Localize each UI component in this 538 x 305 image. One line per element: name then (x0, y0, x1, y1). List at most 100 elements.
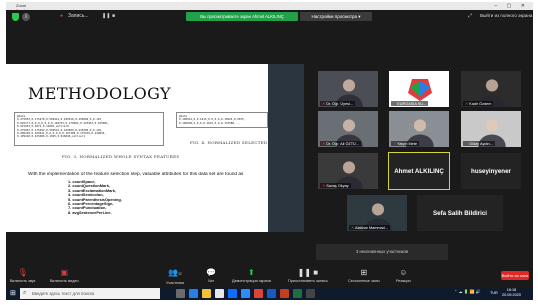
viewing-banner: Вы просматриваете экран Ahmet ALKILINÇ (186, 12, 298, 21)
breakout-rooms-button[interactable]: ⊞ Сессионные залы (348, 268, 380, 283)
participant-name-label: Savaş Okyay (326, 184, 349, 188)
start-video-button[interactable]: ▣ Включить видео (50, 268, 79, 283)
slide-sidebar (268, 64, 304, 232)
figure-caption-3: FIG. 3. NORMALIZED WHOLE SYNTAX FEATURES (62, 154, 180, 159)
participant-tile[interactable]: ✕ Alakbar Mammad... (346, 194, 408, 232)
pause-icon[interactable]: ❚❚ (102, 13, 110, 19)
participant-name: ✕ Gülay Aydın... (463, 141, 495, 146)
participant-name-label: EUROASIA SU... (397, 102, 427, 106)
record-status: Запись... (68, 13, 89, 19)
task-view-icon[interactable] (176, 289, 185, 298)
participant-name: ✕ Kadir Özdem (463, 101, 494, 106)
edge-icon[interactable] (189, 289, 198, 298)
participant-tile[interactable]: ✕ Yalçın Mete (388, 110, 450, 148)
participant-name-label: Dr. Öğr. Üyesi... (326, 102, 354, 106)
unmute-label: Включить звук (10, 279, 36, 283)
participant-tile[interactable]: ✕ Gülay Aydın... (460, 110, 522, 148)
slide-title: METHODOLOGY (28, 84, 171, 103)
participant-tile[interactable]: ✕ Dr. Öğr. Üyesi... (317, 70, 379, 108)
chrome-icon[interactable] (254, 289, 263, 298)
unmute-button[interactable]: 🎙 Включить звук (10, 268, 35, 283)
share-screen-button[interactable]: ⬆ Демонстрация экрана (232, 268, 271, 283)
taskbar-search-box[interactable]: ⌕ Введите здесь текст для поиска (20, 288, 160, 299)
chat-icon: 💬 (206, 268, 216, 277)
participants-label: Участники (166, 281, 185, 285)
pause-record-button[interactable]: ❚❚ ■ Приостановить запись (288, 268, 328, 283)
clock-date: 20.05.2020 (502, 293, 522, 297)
start-video-label: Включить видео (50, 279, 79, 283)
participant-tile[interactable]: ✕ Dr. Öğr. Ali ÖZTÜ... (317, 110, 379, 148)
breakout-rooms-icon: ⊞ (360, 268, 368, 277)
share-screen-icon: ⬆ (248, 268, 255, 277)
participant-name: ✕ Savaş Okyay (320, 183, 351, 188)
search-placeholder: Введите здесь текст для поиска (32, 291, 95, 296)
share-screen-label: Демонстрация экрана (232, 279, 271, 283)
zoom-window: Zoom Конференция – ▢ ✕ i ● Запись... ❚❚ … (6, 2, 533, 300)
reactions-label: Реакции (396, 279, 411, 283)
participant-name: ✕ Dr. Öğr. Ali ÖZTÜ... (320, 141, 361, 146)
file-explorer-icon[interactable] (202, 289, 211, 298)
store-icon[interactable] (215, 289, 224, 298)
meeting-toolbar: 🎙 Включить звук ▣ Включить видео 👥32 Уча… (6, 265, 533, 287)
taskbar-clock[interactable]: 16:18 20.05.2020 (502, 288, 521, 298)
participant-tile[interactable]: ✕ EUROASIA SU... (388, 70, 450, 108)
stop-icon[interactable]: ■ (112, 13, 115, 19)
pause-record-label: Приостановить запись (288, 279, 328, 283)
slide-paragraph: With the implementation of the feature s… (28, 172, 244, 177)
meeting-top-bar: i ● Запись... ❚❚ ■ Вы просматриваете экр… (6, 10, 533, 24)
participant-tile[interactable]: huseyinyener (460, 152, 522, 190)
attribute-list: 1. countSpace, 2. countQuestionMark, 3. co… (68, 179, 122, 215)
chat-label: Чат (207, 279, 215, 283)
participants-count: 32 (178, 272, 182, 276)
view-options-button[interactable]: Настройки просмотра ▾ (300, 12, 372, 21)
code-line: 0.106938,0,0,0,0.1615,0,0,0.176588,... (179, 120, 241, 125)
participant-tile[interactable]: Ahmet ALKILINÇ (388, 152, 450, 190)
shield-icon[interactable] (12, 13, 19, 21)
participant-tile[interactable]: Sefa Salih Bildirici (416, 194, 504, 232)
attribute-item: 8. avgSentencePerLine. (68, 209, 112, 215)
participant-tile[interactable]: ✕ Kadir Özdem (460, 70, 522, 108)
fullscreen-icon[interactable]: ⤢ (468, 13, 472, 19)
chat-button[interactable]: 💬 Чат (206, 268, 216, 283)
participant-name-label: Gülay Aydın... (469, 142, 493, 146)
participants-button[interactable]: 👥32 Участники (166, 268, 184, 285)
reactions-icon: ☺ (399, 268, 408, 277)
window-controls[interactable]: – ▢ ✕ (495, 3, 529, 9)
reactions-button[interactable]: ☺ Реакции (396, 268, 411, 283)
participants-icon: 👥32 (168, 268, 182, 277)
participant-name: ✕ Yalçın Mete (391, 141, 419, 146)
camera-off-icon: ▣ (60, 268, 69, 277)
participant-name: Sefa Salih Bildirici (433, 210, 487, 217)
language-indicator[interactable]: TUR (490, 291, 498, 295)
word-icon[interactable] (267, 289, 276, 298)
exit-fullscreen-button[interactable]: Выйти из полного экрана (480, 13, 532, 18)
participant-name-label: Yalçın Mete (397, 142, 417, 146)
excel-icon[interactable] (293, 289, 302, 298)
code-block-normalized-whole: @data 0.275953,0.175278,0.569412,0.109518… (14, 112, 164, 146)
participant-name-label: Dr. Öğr. Ali ÖZTÜ... (326, 142, 359, 146)
powerpoint-icon[interactable] (280, 289, 289, 298)
end-meeting-button[interactable]: Выйти из зала (501, 271, 529, 280)
shared-screen: METHODOLOGY @data 0.275953,0.175278,0.569… (6, 64, 304, 232)
windows-start-icon[interactable]: ⊞ (10, 290, 16, 297)
record-dot-icon: ● (60, 13, 64, 19)
info-icon[interactable]: i (22, 13, 30, 21)
breakout-rooms-label: Сессионные залы (348, 279, 380, 283)
system-tray[interactable]: ⌃ ☁ 🔋 📶 🔊 (454, 289, 481, 294)
search-icon: ⌕ (23, 290, 27, 296)
participant-name: Ahmet ALKILINÇ (394, 168, 444, 175)
figure-caption-4: FIG. 4. NORMALIZED SELECTED FE (190, 140, 276, 145)
participant-name-label: Alakbar Mammad... (355, 226, 388, 230)
participant-tile[interactable]: ✕ Savaş Okyay (317, 152, 379, 190)
mic-muted-icon: 🎙 (17, 268, 28, 277)
app-icon[interactable] (306, 289, 315, 298)
participant-name: huseyinyener (471, 168, 511, 175)
code-block-normalized-selected: @data 0.100914,0,0.1615,0.0,0.0,0.19924,0… (176, 112, 268, 128)
non-video-participants[interactable]: 3 неначаянных участников (316, 244, 448, 260)
zoom-icon[interactable] (241, 289, 250, 298)
participant-name: ✕ Dr. Öğr. Üyesi... (320, 101, 356, 106)
participant-name: ✕ Alakbar Mammad... (349, 225, 390, 230)
participant-name: ✕ EUROASIA SU... (391, 101, 429, 106)
mail-icon[interactable] (228, 289, 237, 298)
pause-record-icon: ❚❚ ■ (297, 268, 319, 277)
